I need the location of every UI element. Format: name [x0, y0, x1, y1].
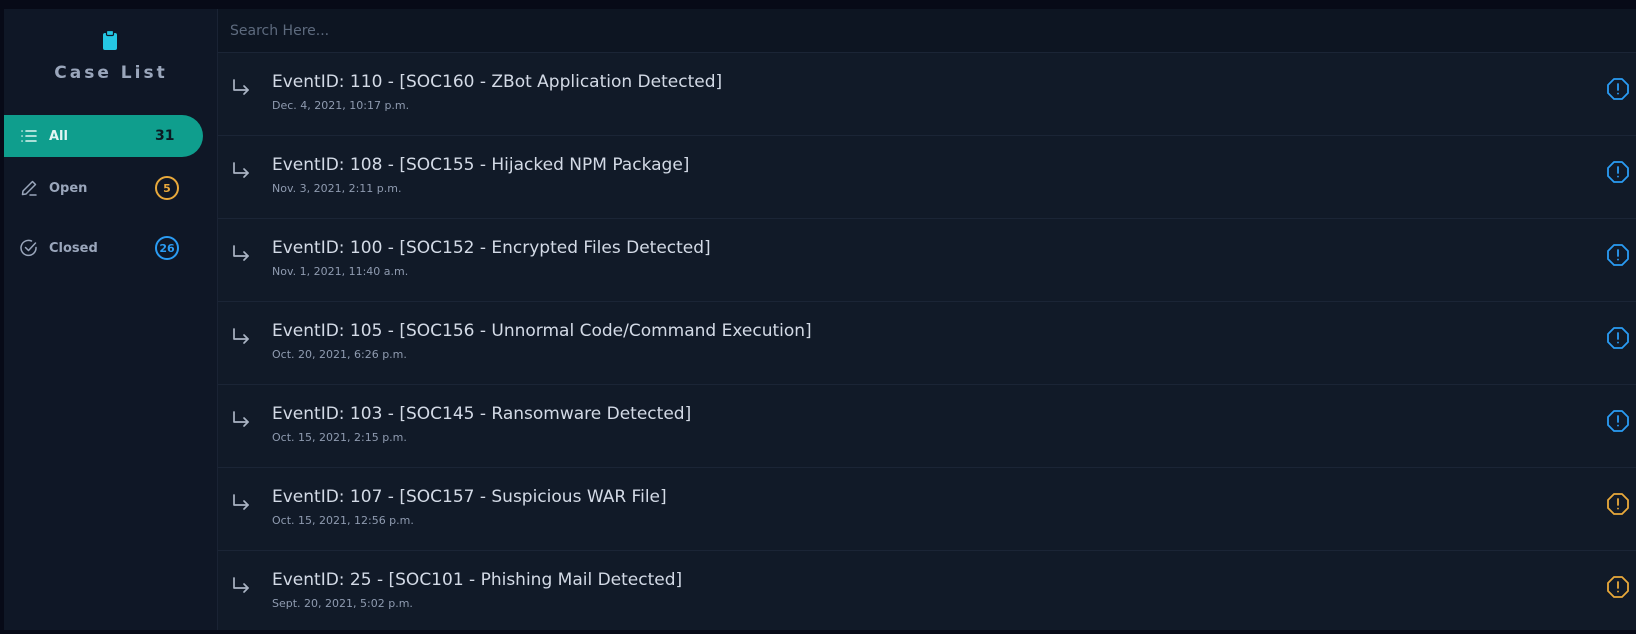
alert-octagon-icon	[1606, 160, 1630, 184]
case-date: Nov. 3, 2021, 2:11 p.m.	[272, 182, 402, 195]
case-row[interactable]: EventID: 25 - [SOC101 - Phishing Mail De…	[218, 551, 1636, 634]
corner-down-right-icon	[230, 160, 252, 182]
sidebar-item-closed[interactable]: Closed 26	[4, 227, 203, 269]
case-row[interactable]: EventID: 108 - [SOC155 - Hijacked NPM Pa…	[218, 136, 1636, 219]
check-circle-icon	[19, 238, 39, 258]
alert-octagon-icon	[1606, 575, 1630, 599]
corner-down-right-icon	[230, 243, 252, 265]
corner-down-right-icon	[230, 575, 252, 597]
sidebar-item-label: All	[49, 128, 68, 144]
case-row[interactable]: EventID: 100 - [SOC152 - Encrypted Files…	[218, 219, 1636, 302]
case-row[interactable]: EventID: 103 - [SOC145 - Ransomware Dete…	[218, 385, 1636, 468]
alert-octagon-icon	[1606, 77, 1630, 101]
case-title[interactable]: EventID: 107 - [SOC157 - Suspicious WAR …	[272, 487, 667, 507]
pencil-icon	[19, 178, 39, 198]
corner-down-right-icon	[230, 77, 252, 99]
case-title[interactable]: EventID: 110 - [SOC160 - ZBot Applicatio…	[272, 72, 722, 92]
sidebar-item-label: Open	[49, 180, 88, 196]
closed-count-badge: 26	[155, 236, 179, 260]
case-date: Oct. 15, 2021, 2:15 p.m.	[272, 431, 407, 444]
sidebar-item-open[interactable]: Open 5	[4, 167, 203, 209]
alert-octagon-icon	[1606, 326, 1630, 350]
open-count-badge: 5	[155, 176, 179, 200]
main-panel: EventID: 110 - [SOC160 - ZBot Applicatio…	[218, 9, 1636, 630]
search-input[interactable]	[218, 9, 1636, 52]
case-title[interactable]: EventID: 100 - [SOC152 - Encrypted Files…	[272, 238, 711, 258]
case-title[interactable]: EventID: 105 - [SOC156 - Unnormal Code/C…	[272, 321, 812, 341]
sidebar-item-all[interactable]: All 31	[4, 115, 203, 157]
alert-octagon-icon	[1606, 243, 1630, 267]
sidebar-item-count: 31	[155, 128, 175, 144]
search-bar	[218, 9, 1636, 53]
list-icon	[19, 126, 39, 146]
clipboard-icon	[102, 29, 118, 50]
sidebar-title: Case List	[54, 63, 168, 83]
case-row[interactable]: EventID: 110 - [SOC160 - ZBot Applicatio…	[218, 53, 1636, 136]
corner-down-right-icon	[230, 492, 252, 514]
sidebar-item-label: Closed	[49, 240, 98, 256]
case-list: EventID: 110 - [SOC160 - ZBot Applicatio…	[218, 53, 1636, 634]
case-date: Dec. 4, 2021, 10:17 p.m.	[272, 99, 410, 112]
alert-octagon-icon	[1606, 492, 1630, 516]
case-title[interactable]: EventID: 108 - [SOC155 - Hijacked NPM Pa…	[272, 155, 689, 175]
corner-down-right-icon	[230, 409, 252, 431]
corner-down-right-icon	[230, 326, 252, 348]
case-title[interactable]: EventID: 103 - [SOC145 - Ransomware Dete…	[272, 404, 691, 424]
case-row[interactable]: EventID: 105 - [SOC156 - Unnormal Code/C…	[218, 302, 1636, 385]
case-title[interactable]: EventID: 25 - [SOC101 - Phishing Mail De…	[272, 570, 682, 590]
sidebar: Case List All 31 Open 5 Closed 26	[4, 9, 218, 630]
case-row[interactable]: EventID: 107 - [SOC157 - Suspicious WAR …	[218, 468, 1636, 551]
case-date: Sept. 20, 2021, 5:02 p.m.	[272, 597, 413, 610]
case-date: Oct. 15, 2021, 12:56 p.m.	[272, 514, 414, 527]
case-date: Nov. 1, 2021, 11:40 a.m.	[272, 265, 409, 278]
app-window: Case List All 31 Open 5 Closed 26 Search…	[4, 9, 1636, 630]
alert-octagon-icon	[1606, 409, 1630, 433]
case-date: Oct. 20, 2021, 6:26 p.m.	[272, 348, 407, 361]
